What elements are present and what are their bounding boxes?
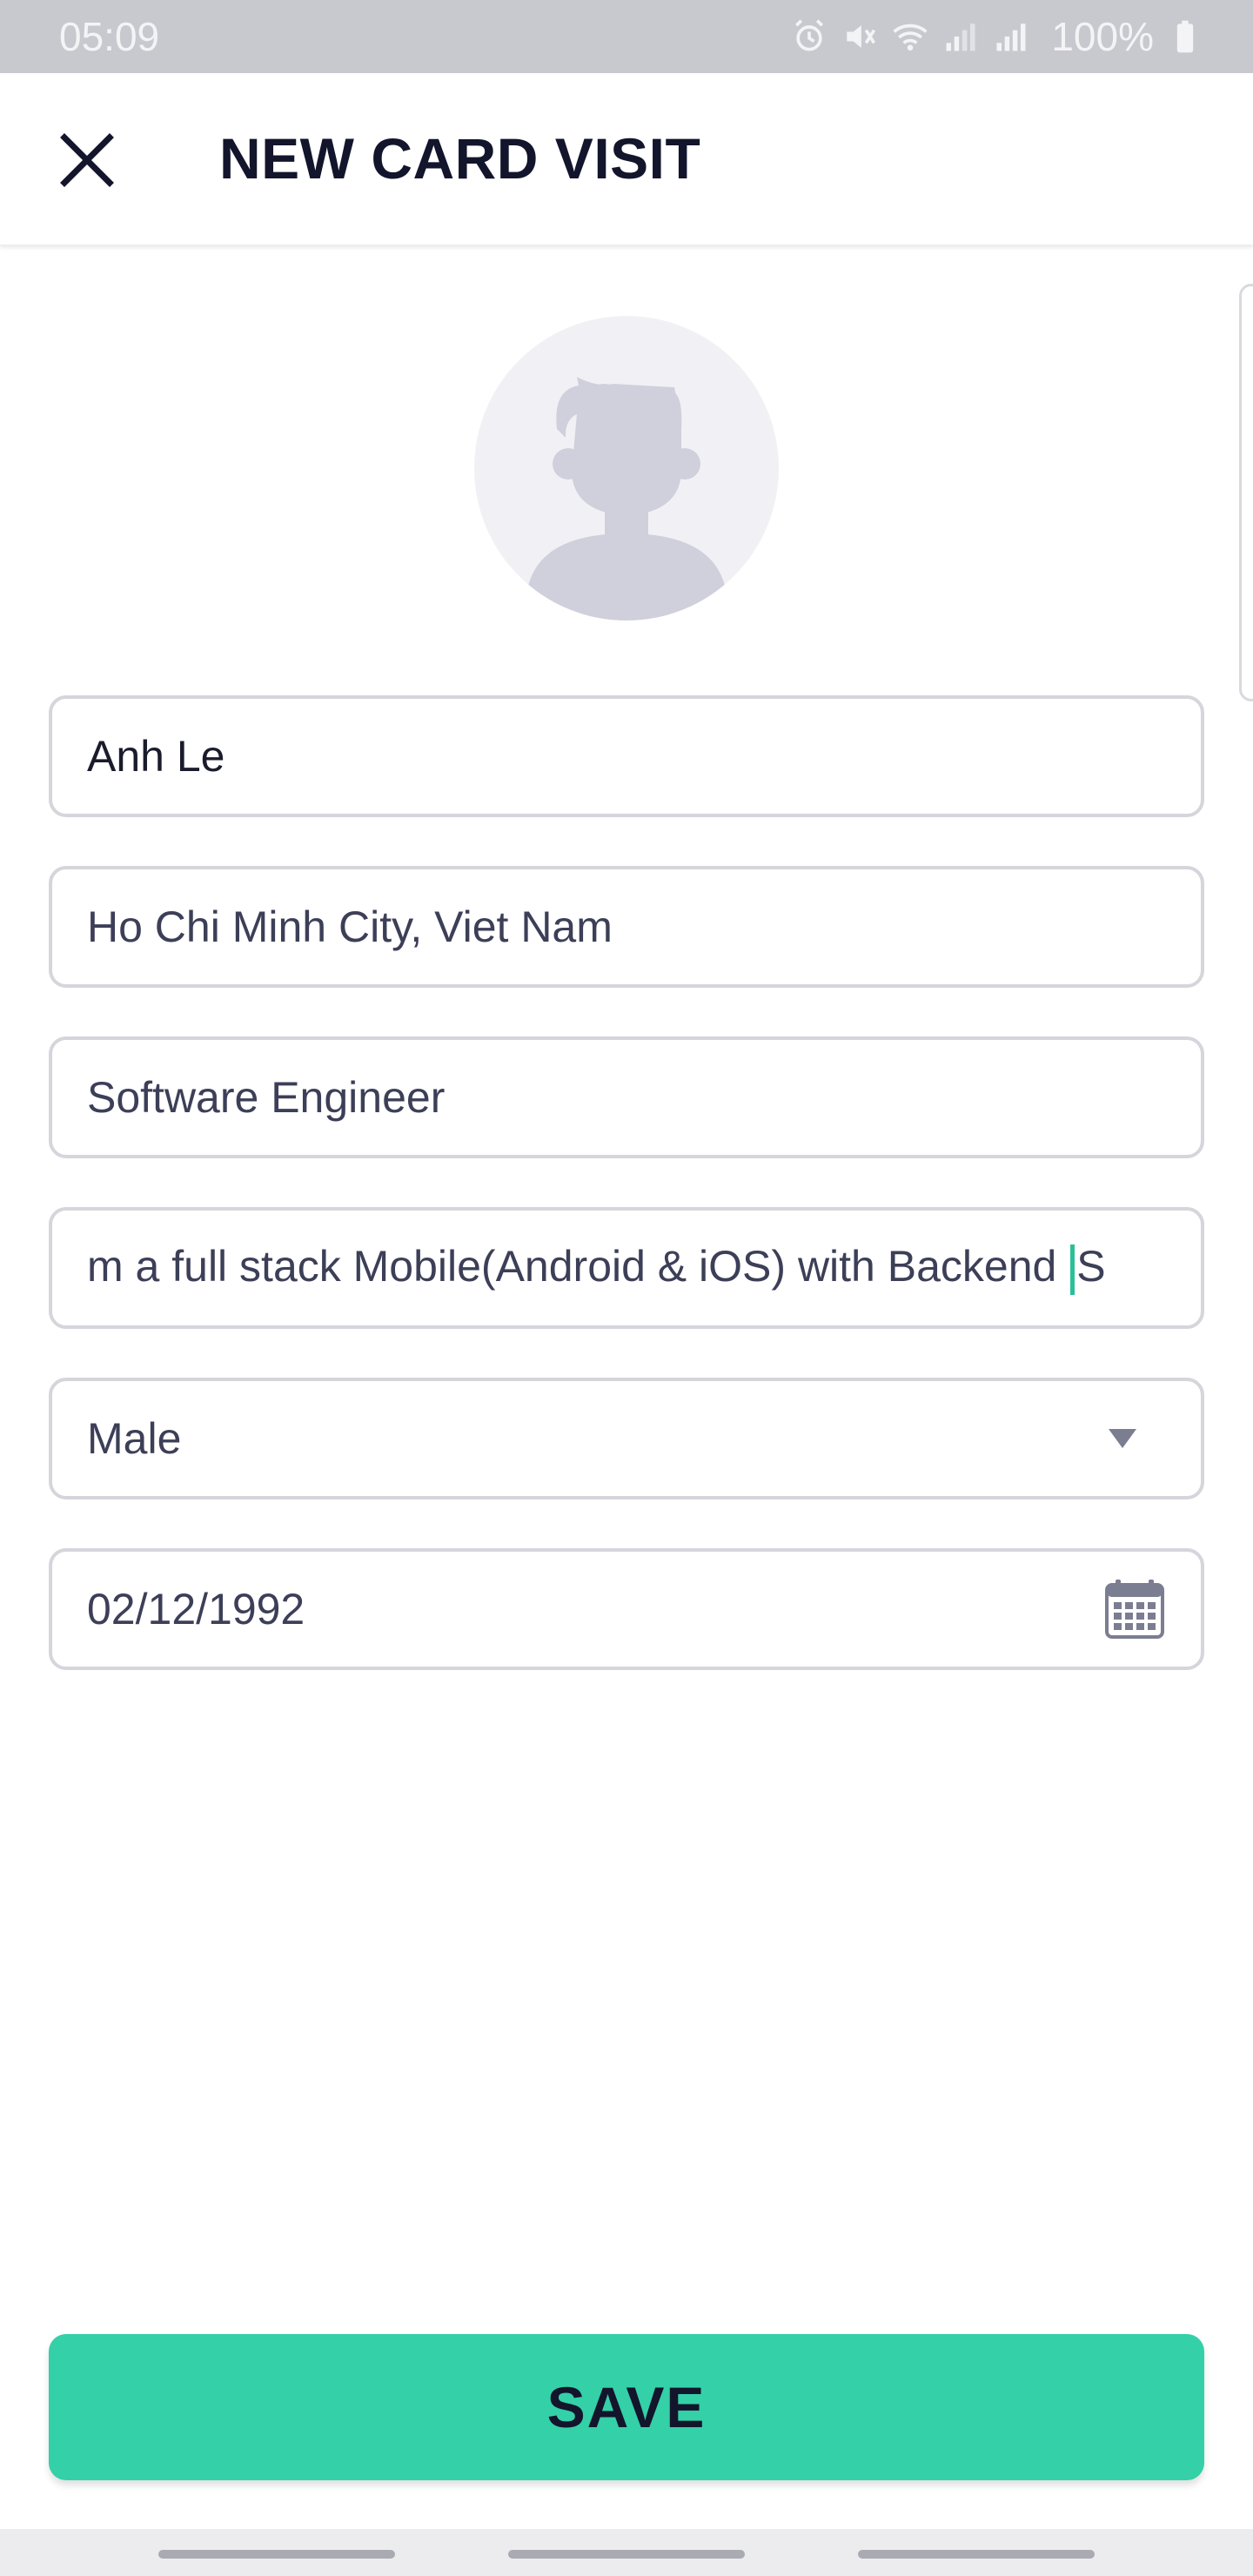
mute-icon: [847, 25, 876, 48]
bio-text-before-caret: m a full stack Mobile(Android & iOS) wit…: [87, 1242, 1069, 1291]
page-title: NEW CARD VISIT: [219, 126, 701, 191]
bio-value: m a full stack Mobile(Android & iOS) wit…: [87, 1241, 1166, 1295]
name-field[interactable]: Anh Le: [49, 695, 1204, 817]
job-title-value: Software Engineer: [87, 1073, 446, 1122]
avatar[interactable]: [474, 316, 779, 621]
bio-field[interactable]: m a full stack Mobile(Android & iOS) wit…: [49, 1207, 1204, 1329]
battery-percent: 100%: [1051, 14, 1154, 59]
gender-select[interactable]: Male: [49, 1378, 1204, 1499]
birthday-field[interactable]: 02/12/1992: [49, 1548, 1204, 1670]
scroll-indicator[interactable]: [1239, 284, 1253, 701]
nav-recent-button[interactable]: [158, 2550, 395, 2559]
battery-icon: [1176, 20, 1194, 53]
signal-icon: [996, 23, 1026, 51]
address-field[interactable]: Ho Chi Minh City, Viet Nam: [49, 866, 1204, 988]
status-icons: 100%: [790, 13, 1204, 60]
birthday-value: 02/12/1992: [87, 1585, 305, 1633]
text-caret: [1070, 1244, 1075, 1295]
gender-value: Male: [87, 1414, 182, 1463]
user-placeholder-icon: [526, 377, 727, 621]
wifi-icon: [893, 23, 928, 51]
save-button[interactable]: SAVE: [49, 2334, 1204, 2480]
system-nav-bar: [0, 2529, 1253, 2576]
name-value: Anh Le: [87, 732, 225, 781]
status-time: 05:09: [59, 14, 160, 59]
nav-home-button[interactable]: [508, 2550, 745, 2559]
signal-icon: [946, 23, 975, 51]
app-bar: NEW CARD VISIT: [0, 73, 1253, 245]
address-value: Ho Chi Minh City, Viet Nam: [87, 902, 613, 951]
calendar-icon[interactable]: [1103, 1578, 1166, 1640]
close-icon: [60, 133, 114, 187]
alarm-icon: [795, 19, 824, 51]
bio-text-after-caret: S: [1076, 1242, 1106, 1291]
dropdown-arrow-icon: [1109, 1429, 1136, 1448]
close-button[interactable]: [45, 118, 129, 202]
status-bar: 05:09 100%: [0, 0, 1253, 73]
job-title-field[interactable]: Software Engineer: [49, 1036, 1204, 1158]
nav-back-button[interactable]: [858, 2550, 1095, 2559]
